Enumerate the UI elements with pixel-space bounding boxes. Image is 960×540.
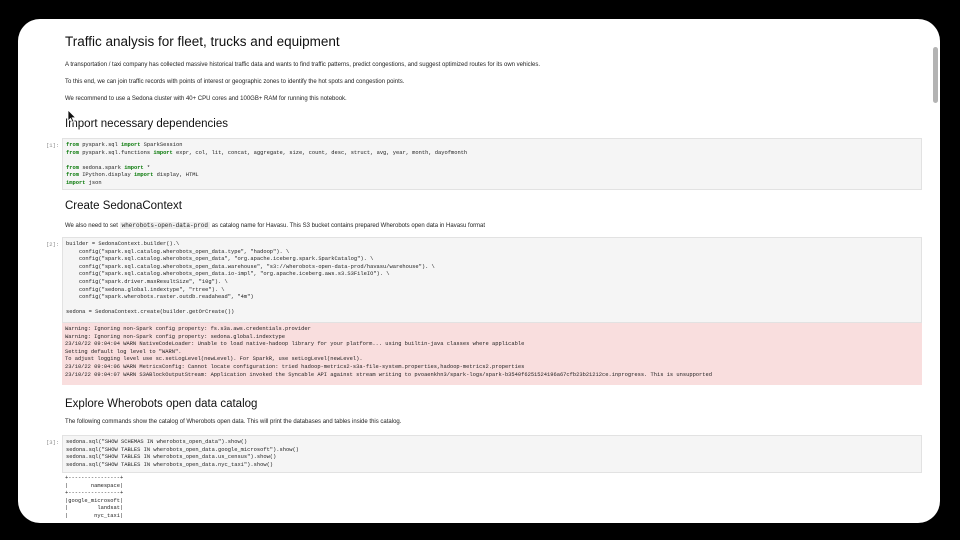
- code-cell-3[interactable]: sedona.sql("SHOW SCHEMAS IN wherobots_op…: [62, 435, 922, 473]
- sedona-context-paragraph: We also need to set wherobots-open-data-…: [65, 222, 485, 229]
- stderr-line: 23/10/22 09:04:06 WARN MetricsConfig: Ca…: [65, 363, 525, 370]
- output-line: |google_microsoft|: [65, 497, 124, 504]
- section-heading-explore-catalog: Explore Wherobots open data catalog: [65, 398, 258, 410]
- output-line: +----------------+: [65, 490, 124, 497]
- output-line: | namespace|: [65, 482, 124, 489]
- notebook-window: Traffic analysis for fleet, trucks and e…: [18, 19, 940, 523]
- explore-catalog-paragraph: The following commands show the catalog …: [65, 419, 402, 425]
- code-cell-1[interactable]: from pyspark.sql import SparkSession fro…: [62, 138, 922, 190]
- output-line: | nyc_taxi|: [65, 512, 124, 519]
- section-heading-sedona-context: Create SedonaContext: [65, 200, 182, 212]
- code-line: config("spark.sql.catalog.wherobots_open…: [66, 271, 390, 278]
- stderr-line: 23/10/22 09:04:07 WARN S3ABlockOutputStr…: [65, 371, 712, 378]
- cell-prompt-2: [2]:: [46, 241, 60, 248]
- catalog-name-code: wherobots-open-data-prod: [119, 222, 211, 229]
- code-line: from sedona.spark import *: [66, 164, 151, 171]
- para-text-after: as catalog name for Havasu. This S3 buck…: [211, 223, 486, 229]
- stderr-line: 23/10/22 09:04:04 WARN NativeCodeLoader:…: [65, 341, 525, 348]
- code-cell-2[interactable]: builder = SedonaContext.builder().\ conf…: [62, 237, 922, 323]
- stderr-line: To adjust logging level use sc.setLogLev…: [65, 356, 363, 363]
- stderr-line: Warning: Ignoring non-Spark config prope…: [65, 333, 285, 340]
- section-heading-imports: Import necessary dependencies: [65, 118, 229, 130]
- stdout-output: +----------------+ | namespace| +-------…: [62, 475, 922, 523]
- intro-paragraph-3: We recommend to use a Sedona cluster wit…: [65, 96, 347, 102]
- cell-prompt-3: [3]:: [46, 439, 60, 446]
- stderr-output: Warning: Ignoring non-Spark config prope…: [62, 323, 922, 385]
- stderr-line: Warning: Ignoring non-Spark config prope…: [65, 326, 311, 332]
- code-line: sedona.sql("SHOW TABLES IN wherobots_ope…: [66, 446, 299, 453]
- code-line: config("spark.driver.maxResultSize", "10…: [66, 278, 228, 285]
- code-line: config("spark.wherobots.raster.outdb.rea…: [66, 294, 254, 301]
- code-line: config("spark.sql.catalog.wherobots_open…: [66, 248, 290, 255]
- code-line: from IPython.display import display, HTM…: [66, 172, 199, 179]
- code-line: sedona.sql("SHOW TABLES IN wherobots_ope…: [66, 454, 277, 461]
- code-line: from pyspark.sql import SparkSession: [66, 142, 183, 148]
- code-line: from pyspark.sql.functions import expr, …: [66, 149, 468, 156]
- intro-paragraph-1: A transportation / taxi company has coll…: [65, 62, 541, 68]
- intro-paragraph-2: To this end, we can join traffic records…: [65, 79, 405, 85]
- code-line: builder = SedonaContext.builder().\: [66, 241, 180, 247]
- output-line: | landsat|: [65, 505, 124, 512]
- code-line: sedona.sql("SHOW SCHEMAS IN wherobots_op…: [66, 439, 248, 445]
- stderr-line: Setting default log level to "WARN".: [65, 348, 182, 355]
- code-line: sedona = SedonaContext.create(builder.ge…: [66, 309, 235, 316]
- code-line: config("sedona.global.indextype", "rtree…: [66, 286, 225, 293]
- code-line: import json: [66, 179, 102, 186]
- scrollbar-thumb[interactable]: [933, 47, 938, 103]
- cell-prompt-1: [1]:: [46, 142, 60, 149]
- code-line: config("spark.sql.catalog.wherobots_open…: [66, 263, 435, 270]
- para-text-before: We also need to set: [65, 223, 118, 229]
- vertical-scrollbar[interactable]: [930, 33, 940, 511]
- code-line: config("spark.sql.catalog.wherobots_open…: [66, 256, 374, 263]
- output-line: +----------------+: [65, 475, 124, 481]
- notebook-title: Traffic analysis for fleet, trucks and e…: [65, 34, 340, 49]
- code-line: sedona.sql("SHOW TABLES IN wherobots_ope…: [66, 461, 274, 468]
